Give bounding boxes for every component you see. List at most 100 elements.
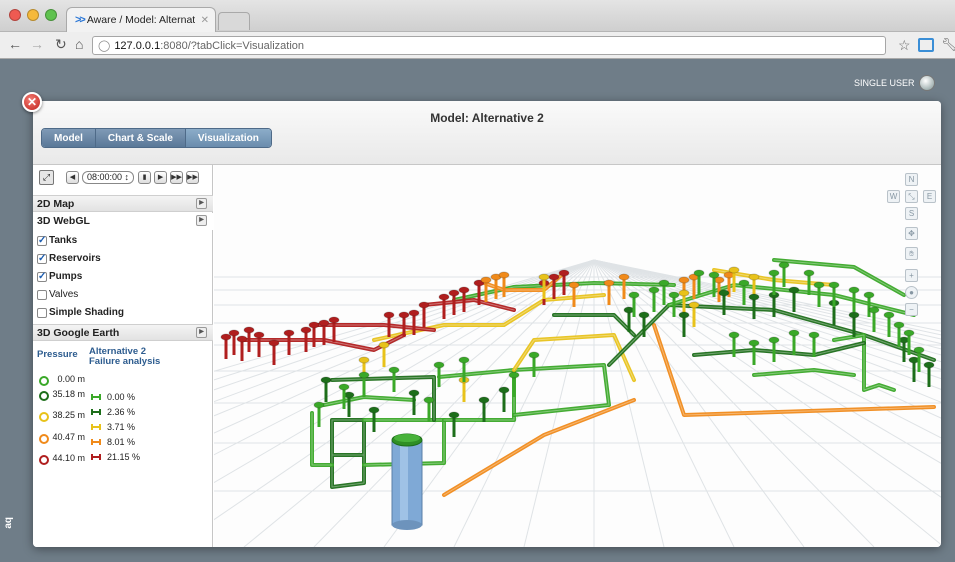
- pause-icon[interactable]: ▮: [138, 171, 152, 184]
- pressure-ring-icon: [39, 434, 49, 444]
- pipe-segment: [322, 395, 416, 407]
- pressure-value: 38.25 m: [52, 410, 85, 420]
- collapse-icon[interactable]: ▶: [196, 198, 207, 209]
- checkbox-empty: [37, 289, 47, 300]
- pressure-legend-item: 40.47 m: [39, 432, 85, 444]
- fast-forward-icon[interactable]: ▶▶: [170, 171, 184, 184]
- junction-cap: [748, 293, 760, 301]
- north-button[interactable]: N: [905, 173, 918, 186]
- time-select[interactable]: 08:00:00 ↕: [82, 171, 135, 184]
- junction-cap: [438, 293, 450, 301]
- window-close-button[interactable]: [9, 9, 21, 21]
- range-bar-icon: [91, 454, 101, 460]
- checkbox-label: Valves: [49, 289, 79, 300]
- single-user-toggle[interactable]: SINGLE USER: [854, 75, 935, 91]
- junction-cap: [603, 279, 615, 287]
- home-icon[interactable]: ⌂: [75, 36, 83, 52]
- zoom-out-icon[interactable]: −: [905, 303, 918, 316]
- reload-icon[interactable]: ↻: [55, 36, 67, 53]
- collapse-icon[interactable]: ▶: [196, 215, 207, 226]
- skip-end-icon[interactable]: ▶▶: [186, 171, 200, 184]
- failure-legend-item: 21.15 %: [91, 452, 140, 462]
- webgl-3d-view[interactable]: N W ⤡ E S ✥ ✋︎ + ● −: [214, 165, 941, 547]
- globe-icon[interactable]: ●: [905, 286, 918, 299]
- junction-cap: [313, 401, 325, 409]
- step-back-icon[interactable]: ◀: [66, 171, 79, 184]
- pressure-value: 44.10 m: [52, 453, 85, 463]
- junction-cap: [808, 331, 820, 339]
- forward-arrow-icon[interactable]: →: [30, 36, 44, 52]
- junction-cap: [253, 331, 265, 339]
- window-maximize-button[interactable]: [45, 9, 57, 21]
- close-dialog-button[interactable]: ✕: [22, 92, 42, 112]
- pumps-checkbox[interactable]: ✓ Pumps: [37, 271, 82, 282]
- browser-tab[interactable]: >> Aware / Model: Alternative 2 ✕: [66, 7, 216, 32]
- fullscreen-icon[interactable]: ⤢: [39, 170, 54, 185]
- valves-checkbox[interactable]: Valves: [37, 289, 78, 300]
- junction-cap: [236, 335, 248, 343]
- pipe-segment: [330, 418, 366, 489]
- section-google-earth[interactable]: 3D Google Earth ▶: [33, 324, 213, 341]
- extension-icon[interactable]: [918, 38, 934, 52]
- pressure-value: 40.47 m: [52, 432, 85, 442]
- failure-value: 0.00 %: [107, 392, 136, 402]
- reservoirs-checkbox[interactable]: ✓ Reservoirs: [37, 253, 101, 264]
- junction-cap: [338, 383, 350, 391]
- section-3d-webgl[interactable]: 3D WebGL ▶: [33, 213, 213, 230]
- address-bar[interactable]: ◯ 127.0.0.1:8080/?tabClick=Visualization: [92, 36, 886, 55]
- junction-cap: [378, 341, 390, 349]
- checkmark-icon: ✓: [37, 252, 47, 264]
- toggle-knob-icon: [918, 75, 935, 91]
- checkbox-empty: [37, 307, 47, 318]
- new-tab-button[interactable]: [218, 12, 250, 30]
- junction-cap: [558, 269, 570, 277]
- compass-icon[interactable]: ⤡: [905, 190, 918, 203]
- collapse-icon[interactable]: ▶: [196, 327, 207, 338]
- back-arrow-icon[interactable]: ←: [8, 36, 22, 52]
- junction-cap: [320, 376, 332, 384]
- bookmark-star-icon[interactable]: ☆: [898, 37, 911, 54]
- tab-chart-scale[interactable]: Chart & Scale: [95, 129, 186, 147]
- tab-visualization[interactable]: Visualization: [185, 129, 271, 147]
- junction-cap: [828, 281, 840, 289]
- pressure-legend-title: Pressure: [37, 349, 78, 360]
- url-path: :8080/?tabClick=Visualization: [160, 39, 304, 52]
- move-icon[interactable]: ✥: [905, 227, 918, 240]
- junction-cap: [318, 319, 330, 327]
- junction-cap: [738, 279, 750, 287]
- browser-tab-title: Aware / Model: Alternative 2: [86, 14, 195, 26]
- west-button[interactable]: W: [887, 190, 900, 203]
- junction-cap: [448, 411, 460, 419]
- dialog-tabs: Model Chart & Scale Visualization: [41, 128, 272, 148]
- east-button[interactable]: E: [923, 190, 936, 203]
- south-button[interactable]: S: [905, 207, 918, 220]
- simple-shading-checkbox[interactable]: Simple Shading: [37, 307, 124, 318]
- junction-cap: [498, 271, 510, 279]
- section-3d-webgl-title: 3D WebGL: [37, 215, 90, 227]
- zoom-in-icon[interactable]: +: [905, 269, 918, 282]
- section-2d-map[interactable]: 2D Map ▶: [33, 195, 213, 212]
- junction-cap: [788, 286, 800, 294]
- tab-model[interactable]: Model: [42, 129, 96, 147]
- junction-cap: [358, 371, 370, 379]
- junction-cap: [398, 311, 410, 319]
- junction-cap: [848, 311, 860, 319]
- play-icon[interactable]: ▶: [154, 171, 168, 184]
- wrench-icon[interactable]: 🔧︎: [941, 37, 955, 53]
- junction-cap: [283, 329, 295, 337]
- junction-cap: [538, 273, 550, 281]
- hand-icon[interactable]: ✋︎: [905, 247, 918, 260]
- checkmark-icon: ✓: [37, 270, 47, 282]
- junction-cap: [748, 339, 760, 347]
- window-minimize-button[interactable]: [27, 9, 39, 21]
- junction-cap: [923, 361, 935, 369]
- section-2d-map-title: 2D Map: [37, 198, 75, 210]
- tanks-checkbox[interactable]: ✓ Tanks: [37, 235, 77, 246]
- junction-cap: [768, 269, 780, 277]
- junction-cap: [728, 331, 740, 339]
- failure-legend-item: 3.71 %: [91, 422, 135, 432]
- tab-close-icon[interactable]: ✕: [201, 15, 209, 26]
- junction-cap: [718, 289, 730, 297]
- network-scene[interactable]: [214, 165, 941, 547]
- failure-legend-item: 2.36 %: [91, 407, 135, 417]
